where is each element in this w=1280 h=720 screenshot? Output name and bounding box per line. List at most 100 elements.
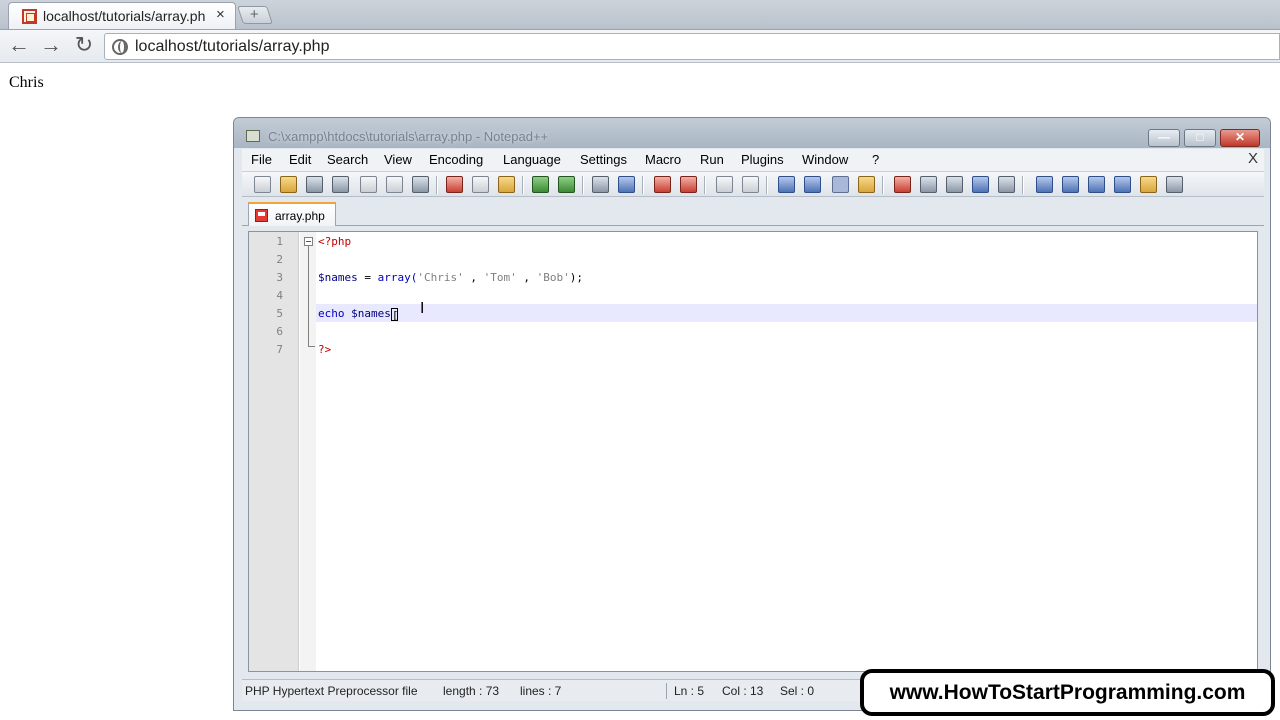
globe-icon <box>112 39 128 55</box>
line-number: 6 <box>276 325 283 338</box>
menu-search[interactable]: Search <box>327 152 368 167</box>
close-file-icon[interactable] <box>360 176 377 193</box>
arrow-up-icon[interactable] <box>1062 176 1079 193</box>
npp-app-icon <box>246 130 260 142</box>
save-icon[interactable] <box>306 176 323 193</box>
menu-settings[interactable]: Settings <box>580 152 627 167</box>
print-icon[interactable] <box>412 176 429 193</box>
npp-menu-bar: File Edit Search View Encoding Language … <box>242 149 1264 171</box>
folder-icon[interactable] <box>1140 176 1157 193</box>
replace-icon[interactable] <box>618 176 635 193</box>
close-window-button[interactable]: ✕ <box>1220 129 1260 147</box>
address-bar[interactable]: localhost/tutorials/array.php <box>104 33 1280 60</box>
zoom-out-icon[interactable] <box>680 176 697 193</box>
status-language: PHP Hypertext Preprocessor file <box>245 684 418 698</box>
status-ln: Ln : 5 <box>674 684 705 698</box>
fold-collapse-icon[interactable] <box>304 237 313 246</box>
status-length: length : 73 <box>443 684 500 698</box>
cut-icon[interactable] <box>446 176 463 193</box>
npp-window-title: C:\xampp\htdocs\tutorials\array.php - No… <box>268 129 549 144</box>
sync-horizontal-icon[interactable] <box>742 176 759 193</box>
sync-vertical-icon[interactable] <box>716 176 733 193</box>
browser-tab-title: localhost/tutorials/array.ph <box>43 8 206 24</box>
show-all-chars-icon[interactable] <box>804 176 821 193</box>
line-number: 4 <box>276 289 283 302</box>
browser-tab[interactable]: localhost/tutorials/array.ph × <box>8 2 236 29</box>
toolbar-extra-2-icon[interactable] <box>1114 176 1131 193</box>
new-file-icon[interactable] <box>254 176 271 193</box>
maximize-icon: □ <box>1196 130 1204 144</box>
forward-button[interactable]: → <box>38 34 64 58</box>
stop-macro-icon[interactable] <box>920 176 937 193</box>
browser-toolbar: ← → ↻ localhost/tutorials/array.php <box>0 30 1280 63</box>
zoom-in-icon[interactable] <box>654 176 671 193</box>
menu-macro[interactable]: Macro <box>645 152 681 167</box>
tab-close-icon[interactable]: × <box>216 6 225 23</box>
find-icon[interactable] <box>592 176 609 193</box>
line-number-gutter: 1 2 3 4 5 6 7 <box>249 232 299 671</box>
code-line-3: $names = array('Chris' , 'Tom' , 'Bob'); <box>318 271 583 284</box>
tab-array-php[interactable]: array.php <box>248 202 336 226</box>
word-wrap-icon[interactable] <box>778 176 795 193</box>
menu-help[interactable]: ? <box>872 152 879 167</box>
plus-icon: + <box>249 6 259 23</box>
maximize-button[interactable]: □ <box>1184 129 1216 147</box>
php-close-tag: ?> <box>318 343 332 356</box>
code-function: array( <box>377 271 418 284</box>
browser-tab-strip: localhost/tutorials/array.ph × + <box>0 0 1280 30</box>
paste-icon[interactable] <box>498 176 515 193</box>
status-col: Col : 13 <box>722 684 764 698</box>
new-tab-button[interactable]: + <box>237 6 273 24</box>
toolbar-separator <box>436 176 438 194</box>
menu-file[interactable]: File <box>251 152 272 167</box>
back-button[interactable]: ← <box>6 34 32 58</box>
minimize-button[interactable]: — <box>1148 129 1180 147</box>
current-line-highlight <box>316 304 1257 322</box>
menu-run[interactable]: Run <box>700 152 724 167</box>
status-sel: Sel : 0 <box>780 684 815 698</box>
code-comma: , <box>463 271 484 284</box>
copy-icon[interactable] <box>472 176 489 193</box>
play-macro-icon[interactable] <box>946 176 963 193</box>
close-all-icon[interactable] <box>386 176 403 193</box>
npp-document-tabs: array.php <box>242 198 1264 226</box>
address-url: localhost/tutorials/array.php <box>135 38 330 55</box>
code-operator: = <box>357 271 378 284</box>
npp-toolbar <box>242 171 1264 197</box>
run-macro-multiple-icon[interactable] <box>972 176 989 193</box>
minimize-icon: — <box>1158 130 1170 144</box>
line-number: 2 <box>276 253 283 266</box>
toolbar-separator <box>882 176 884 194</box>
close-document-icon[interactable]: X <box>1248 150 1258 167</box>
menu-window[interactable]: Window <box>802 152 848 167</box>
save-macro-icon[interactable] <box>998 176 1015 193</box>
code-comma: , <box>516 271 537 284</box>
toolbar-separator <box>1022 176 1024 194</box>
code-variable: $names <box>318 271 358 284</box>
save-all-icon[interactable] <box>332 176 349 193</box>
toolbar-extra-1-icon[interactable] <box>1036 176 1053 193</box>
line-number: 5 <box>276 307 283 320</box>
npp-title-bar[interactable]: C:\xampp\htdocs\tutorials\array.php - No… <box>234 118 1270 148</box>
menu-language[interactable]: Language <box>503 152 561 167</box>
arrow-down-icon[interactable] <box>1088 176 1105 193</box>
fold-line <box>308 246 309 346</box>
record-macro-icon[interactable] <box>894 176 911 193</box>
menu-edit[interactable]: Edit <box>289 152 311 167</box>
user-language-icon[interactable] <box>858 176 875 193</box>
dropdown-icon[interactable] <box>1166 176 1183 193</box>
doc-tab-label: array.php <box>275 209 325 223</box>
indent-guide-icon[interactable] <box>832 176 849 193</box>
open-file-icon[interactable] <box>280 176 297 193</box>
code-line-5: echo $names[ <box>318 307 399 322</box>
code-editor[interactable]: 1 2 3 4 5 6 7 <?php $names = array('Chri… <box>248 231 1258 672</box>
toolbar-separator <box>582 176 584 194</box>
undo-icon[interactable] <box>532 176 549 193</box>
redo-icon[interactable] <box>558 176 575 193</box>
menu-encoding[interactable]: Encoding <box>429 152 483 167</box>
menu-view[interactable]: View <box>384 152 412 167</box>
status-lines: lines : 7 <box>520 684 562 698</box>
brace-match-highlight: [ <box>390 308 399 322</box>
reload-button[interactable]: ↻ <box>71 34 97 58</box>
menu-plugins[interactable]: Plugins <box>741 152 784 167</box>
